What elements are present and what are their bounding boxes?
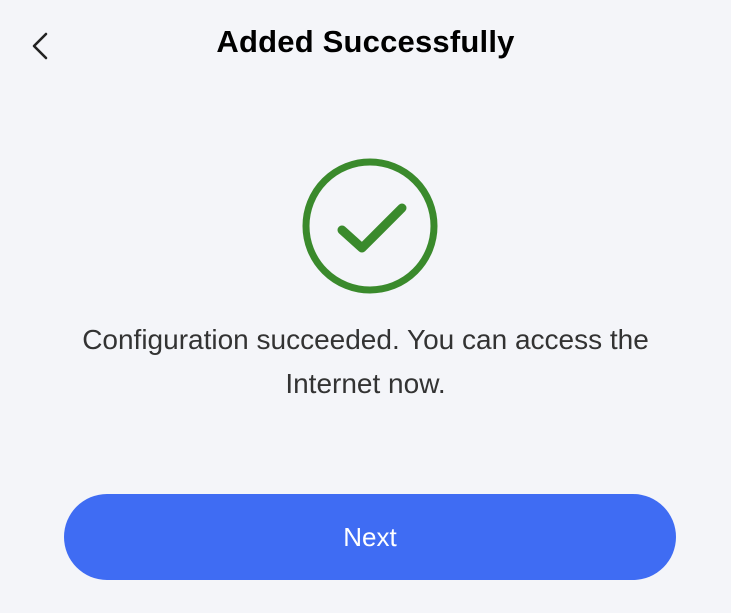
page-title: Added Successfully: [216, 24, 515, 59]
success-message-line-1: Configuration succeeded. You can access …: [82, 324, 649, 355]
success-message: Configuration succeeded. You can access …: [0, 318, 731, 406]
next-button[interactable]: Next: [64, 494, 676, 580]
header-bar: Added Successfully: [0, 0, 731, 90]
success-message-line-2: Internet now.: [285, 368, 446, 399]
check-circle-icon: [300, 156, 440, 296]
